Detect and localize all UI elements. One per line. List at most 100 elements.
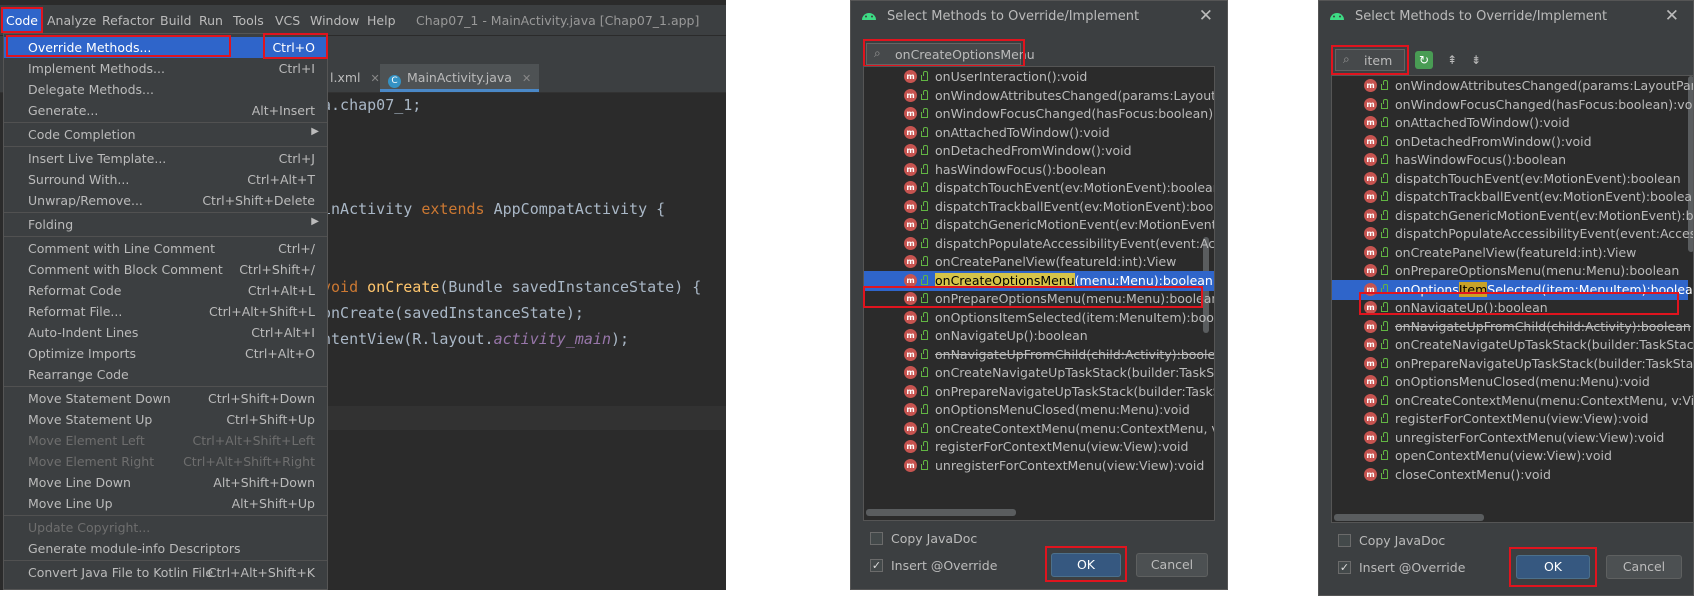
horizontal-scrollbar[interactable] (866, 509, 1016, 516)
menu-item-reformat-file[interactable]: Reformat File... Ctrl+Alt+Shift+L (4, 301, 327, 322)
copy-javadoc-checkbox[interactable] (870, 532, 883, 545)
method-row[interactable]: m onCreateOptionsMenu(menu:Menu):boolean (864, 270, 1214, 291)
menu-item-insert-live-template[interactable]: Insert Live Template... Ctrl+J (4, 148, 327, 169)
menu-item-generate-module-info[interactable]: Generate module-info Descriptors (4, 538, 327, 559)
method-row[interactable]: m onCreateNavigateUpTaskStack(builder:Tas… (1332, 335, 1693, 355)
method-row[interactable]: m unregisterForContextMenu(view:View):voi… (1332, 428, 1688, 448)
cancel-button[interactable]: Cancel (1136, 553, 1208, 577)
method-row[interactable]: m onUserInteraction():void (864, 67, 1214, 87)
menu-item-move-line-up[interactable]: Move Line Up Alt+Shift+Up (4, 493, 327, 514)
method-row[interactable]: m dispatchGenericMotionEvent(ev:MotionEve… (1332, 206, 1693, 226)
method-icon: m (1364, 134, 1377, 148)
method-row[interactable]: m onAttachedToWindow():void (864, 123, 1214, 143)
menu-code[interactable]: Code (2, 9, 43, 32)
method-row[interactable]: m onDetachedFromWindow():void (864, 141, 1214, 161)
method-row[interactable]: m dispatchPopulateAccessibilityEvent(even… (864, 234, 1214, 254)
menu-item-override-methods[interactable]: Override Methods... Ctrl+O (4, 37, 327, 58)
method-row[interactable]: m onPrepareOptionsMenu(menu:Menu):boolean (1332, 261, 1688, 281)
menu-item-generate[interactable]: Generate... Alt+Insert (4, 100, 327, 121)
method-row[interactable]: m dispatchTrackballEvent(ev:MotionEvent):… (1332, 187, 1693, 207)
method-row[interactable]: m onAttachedToWindow():void (1332, 113, 1688, 133)
method-row[interactable]: m onPrepareNavigateUpTaskStack(builder:Ta… (1332, 354, 1693, 374)
menu-item-move-statement-down[interactable]: Move Statement Down Ctrl+Shift+Down (4, 388, 327, 409)
method-row[interactable]: m onCreateContextMenu(menu:ContextMenu, v… (864, 419, 1214, 439)
method-list[interactable]: m onUserInteraction():void m onWindowAttrib… (863, 66, 1215, 521)
menu-analyze[interactable]: Analyze (47, 13, 96, 28)
method-row[interactable]: m onCreateNavigateUpTaskStack(builder:Tas… (864, 363, 1214, 383)
method-row[interactable]: m hasWindowFocus():boolean (864, 160, 1214, 180)
menu-item-move-statement-up[interactable]: Move Statement Up Ctrl+Shift+Up (4, 409, 327, 430)
method-row[interactable]: m onWindowFocusChanged(hasFocus:boolean):… (864, 104, 1214, 124)
method-row[interactable]: m onNavigateUpFromChild(child:Activity):b… (1332, 317, 1691, 337)
method-row[interactable]: m onWindowFocusChanged(hasFocus:boolean):… (1332, 95, 1693, 115)
menu-item-folding[interactable]: Folding ▶ (4, 214, 327, 235)
method-row[interactable]: m onCreatePanelView(featureId:int):View (1332, 243, 1688, 263)
menu-item-move-element-right: Move Element Right Ctrl+Alt+Shift+Right (28, 454, 315, 469)
method-row[interactable]: m dispatchPopulateAccessibilityEvent(even… (1332, 224, 1693, 244)
menu-build[interactable]: Build (160, 13, 191, 28)
menu-tools[interactable]: Tools (233, 13, 264, 28)
close-icon[interactable]: ✕ (1665, 6, 1679, 26)
menu-item-code-completion[interactable]: Code Completion ▶ (4, 124, 327, 145)
search-field[interactable]: ⌕ onCreateOptionsMenu (866, 43, 1035, 65)
cancel-button[interactable]: Cancel (1606, 555, 1682, 579)
menu-item-implement-methods[interactable]: Implement Methods... Ctrl+I (4, 58, 327, 79)
method-row[interactable]: m onNavigateUp():boolean (864, 326, 1214, 346)
method-row[interactable]: m dispatchTouchEvent(ev:MotionEvent):bool… (1332, 169, 1688, 189)
tab-mainactivity[interactable]: C MainActivity.java ✕ (380, 64, 540, 92)
method-row[interactable]: m registerForContextMenu(view:View):void (864, 437, 1214, 457)
method-row[interactable]: m onCreatePanelView(featureId:int):View (864, 252, 1214, 272)
menu-item-optimize-imports[interactable]: Optimize Imports Ctrl+Alt+O (4, 343, 327, 364)
method-row[interactable]: m onCreateContextMenu(menu:ContextMenu, v… (1332, 391, 1693, 411)
tab-layout-xml[interactable]: l.xml ✕ (322, 64, 388, 92)
menu-item-surround-with[interactable]: Surround With... Ctrl+Alt+T (4, 169, 327, 190)
menu-item-auto-indent[interactable]: Auto-Indent Lines Ctrl+Alt+I (4, 322, 327, 343)
method-list[interactable]: m onWindowAttributesChanged(params:Layout… (1331, 75, 1693, 523)
method-row[interactable]: m onOptionsItemSelected(item:MenuItem):bo… (1332, 279, 1693, 300)
menu-item-line-comment[interactable]: Comment with Line Comment Ctrl+/ (4, 238, 327, 259)
menu-item-delegate-methods[interactable]: Delegate Methods... (4, 79, 327, 100)
method-row[interactable]: m unregisterForContextMenu(view:View):voi… (864, 456, 1214, 476)
search-field[interactable]: ⌕ item (1335, 49, 1405, 71)
method-row[interactable]: m onOptionsMenuClosed(menu:Menu):void (1332, 372, 1688, 392)
method-row[interactable]: m dispatchTouchEvent(ev:MotionEvent):bool… (864, 178, 1214, 198)
method-row[interactable]: m onDetachedFromWindow():void (1332, 132, 1688, 152)
menu-vcs[interactable]: VCS (275, 13, 300, 28)
insert-override-checkbox[interactable]: ✓ (1338, 561, 1351, 574)
menu-window[interactable]: Window (310, 13, 359, 28)
menu-item-reformat-code[interactable]: Reformat Code Ctrl+Alt+L (4, 280, 327, 301)
method-row[interactable]: m onWindowAttributesChanged(params:Layout… (864, 86, 1214, 106)
method-row[interactable]: m onWindowAttributesChanged(params:Layout… (1332, 76, 1693, 96)
menu-item-unwrap-remove[interactable]: Unwrap/Remove... Ctrl+Shift+Delete (4, 190, 327, 211)
method-row[interactable]: m closeContextMenu():void (1332, 465, 1688, 485)
copy-javadoc-checkbox[interactable] (1338, 534, 1351, 547)
expand-all-icon[interactable]: ⇞ (1443, 51, 1461, 69)
collapse-all-icon[interactable]: ⇟ (1467, 51, 1485, 69)
close-icon[interactable]: ✕ (371, 72, 380, 85)
method-row[interactable]: m hasWindowFocus():boolean (1332, 150, 1688, 170)
method-row[interactable]: m onNavigateUp():boolean (1332, 298, 1688, 318)
method-row[interactable]: m onNavigateUpFromChild(child:Activity):b… (864, 345, 1214, 365)
method-row[interactable]: m dispatchGenericMotionEvent(ev:MotionEve… (864, 215, 1214, 235)
method-row[interactable]: m openContextMenu(view:View):void (1332, 446, 1688, 466)
show-inherited-icon[interactable]: ↻ (1415, 51, 1433, 69)
menu-item-convert-to-kotlin[interactable]: Convert Java File to Kotlin File Ctrl+Alt… (4, 562, 327, 583)
menu-run[interactable]: Run (199, 13, 223, 28)
menu-refactor[interactable]: Refactor (102, 13, 154, 28)
close-icon[interactable]: ✕ (522, 72, 531, 85)
method-row[interactable]: m onOptionsMenuClosed(menu:Menu):void (864, 400, 1214, 420)
method-row[interactable]: m dispatchTrackballEvent(ev:MotionEvent):… (864, 197, 1214, 217)
menu-item-rearrange-code[interactable]: Rearrange Code (4, 364, 327, 385)
method-row[interactable]: m onPrepareOptionsMenu(menu:Menu):boolean (864, 289, 1214, 309)
horizontal-scrollbar[interactable] (1334, 514, 1484, 521)
method-row[interactable]: m onPrepareNavigateUpTaskStack(builder:Ta… (864, 382, 1214, 402)
ok-button[interactable]: OK (1051, 553, 1121, 577)
menu-help[interactable]: Help (367, 13, 396, 28)
menu-item-block-comment[interactable]: Comment with Block Comment Ctrl+Shift+/ (4, 259, 327, 280)
ok-button[interactable]: OK (1516, 555, 1590, 579)
method-row[interactable]: m onOptionsItemSelected(item:MenuItem):bo… (864, 308, 1214, 328)
menu-item-move-line-down[interactable]: Move Line Down Alt+Shift+Down (4, 472, 327, 493)
method-row[interactable]: m registerForContextMenu(view:View):void (1332, 409, 1688, 429)
close-icon[interactable]: ✕ (1199, 6, 1213, 26)
insert-override-checkbox[interactable]: ✓ (870, 559, 883, 572)
